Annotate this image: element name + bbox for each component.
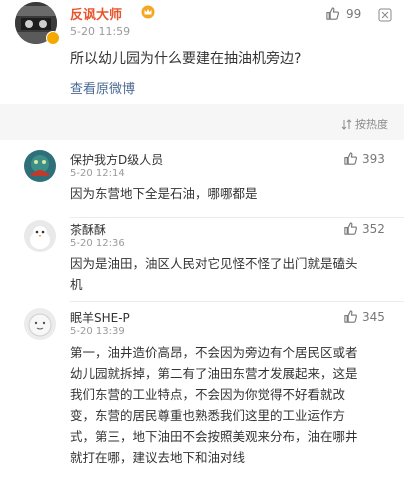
comment-timestamp: 5-20 12:36 bbox=[70, 238, 125, 249]
verified-badge-icon bbox=[46, 31, 60, 45]
comment-line: 幼儿园就拆掉，第二有了油田东营才发展起来，这是 bbox=[70, 366, 358, 381]
divider bbox=[70, 301, 404, 302]
comment-like-button[interactable]: 393 bbox=[343, 151, 385, 166]
comment-like-count: 352 bbox=[362, 221, 385, 236]
comment-text: 因为是油田，油区人民对它见怪不怪了出门就是磕头 机 bbox=[70, 253, 388, 295]
post-like-count: 99 bbox=[346, 6, 362, 21]
more-icon[interactable] bbox=[378, 8, 392, 22]
comment-item: 茶酥酥 5-20 12:36 352 因为是油田，油区人民对它见怪不怪了出门就是… bbox=[0, 218, 404, 302]
sort-icon bbox=[341, 118, 352, 130]
comment-list: 保护我方D级人员 5-20 12:14 393 因为东营地下全是石油，哪哪都是 … bbox=[0, 140, 404, 478]
post-timestamp: 5-20 11:59 bbox=[70, 25, 131, 38]
comment-line: 变，东营的居民尊重也熟悉我们这里的工业运作方 bbox=[70, 408, 346, 423]
comment-timestamp: 5-20 12:14 bbox=[70, 168, 125, 179]
comment-line: 机 bbox=[70, 277, 83, 292]
comment-text: 第一，油井造价高昂，不会因为旁边有个居民区或者 幼儿园就拆掉，第二有了油田东营才… bbox=[70, 342, 388, 468]
thumbs-up-icon bbox=[344, 222, 358, 235]
comment-item: 保护我方D级人员 5-20 12:14 393 因为东营地下全是石油，哪哪都是 bbox=[0, 140, 404, 220]
sort-by-popularity-button[interactable]: 按热度 bbox=[341, 116, 388, 132]
comment-text: 因为东营地下全是石油，哪哪都是 bbox=[70, 183, 388, 204]
commenter-avatar[interactable] bbox=[24, 150, 56, 182]
crown-icon bbox=[141, 5, 155, 19]
post-author-name[interactable]: 反讽大师 bbox=[70, 4, 122, 23]
commenter-avatar[interactable] bbox=[24, 220, 56, 252]
comment-line: 因为东营地下全是石油，哪哪都是 bbox=[70, 186, 258, 201]
post-like-button[interactable]: 99 bbox=[325, 6, 361, 21]
comment-sort-bar: 按热度 bbox=[0, 104, 404, 140]
thumbs-up-icon bbox=[326, 7, 340, 20]
thumbs-up-icon bbox=[344, 310, 358, 323]
comment-line: 第一，油井造价高昂，不会因为旁边有个居民区或者 bbox=[70, 345, 358, 360]
sort-label: 按热度 bbox=[355, 118, 388, 131]
comment-like-button[interactable]: 345 bbox=[343, 309, 385, 324]
commenter-avatar[interactable] bbox=[24, 308, 56, 340]
comment-item: 眠羊SHE-P 5-20 13:39 345 第一，油井造价高昂，不会因为旁边有… bbox=[0, 306, 404, 478]
view-original-link[interactable]: 查看原微博 bbox=[70, 78, 135, 97]
comment-line: 我们东营的工业特点，不会因为你觉得不好看就改 bbox=[70, 387, 346, 402]
comment-line: 因为是油田，油区人民对它见怪不怪了出门就是磕头 bbox=[70, 256, 358, 271]
comment-like-button[interactable]: 352 bbox=[343, 221, 385, 236]
comment-like-count: 393 bbox=[362, 151, 385, 166]
thumbs-up-icon bbox=[344, 152, 358, 165]
commenter-name[interactable]: 眠羊SHE-P bbox=[70, 309, 130, 326]
comment-like-count: 345 bbox=[362, 309, 385, 324]
comment-line: 就打在哪，建议去地下和油对线 bbox=[70, 450, 246, 465]
post-text: 所以幼儿园为什么要建在抽油机旁边? bbox=[70, 51, 302, 67]
comment-line: 式，第三，地下油田不会按照美观来分布，油在哪井 bbox=[70, 429, 358, 444]
commenter-name[interactable]: 保护我方D级人员 bbox=[70, 151, 163, 168]
commenter-name[interactable]: 茶酥酥 bbox=[70, 221, 106, 238]
comment-timestamp: 5-20 13:39 bbox=[70, 326, 125, 337]
original-post: 反讽大师 5-20 11:59 99 所以幼儿园为什么要建在抽油机旁边? 查看原… bbox=[0, 0, 404, 104]
